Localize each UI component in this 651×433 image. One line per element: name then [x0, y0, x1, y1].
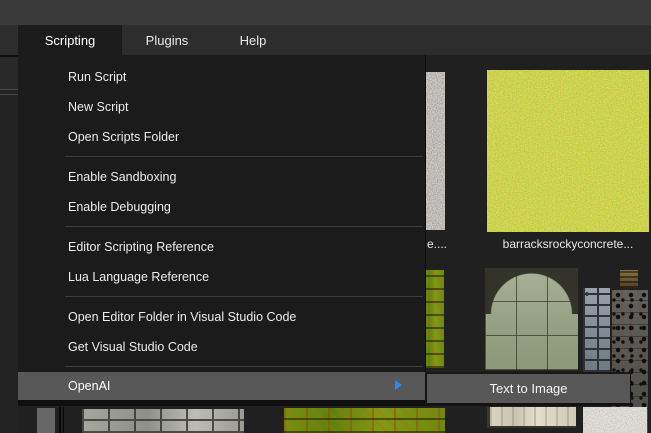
menu-item-enable-sandboxing[interactable]: Enable Sandboxing — [18, 162, 425, 192]
menu-item-enable-debugging[interactable]: Enable Debugging — [18, 192, 425, 222]
left-panel-divider — [0, 89, 18, 90]
texture-thumbnail-gray-noise[interactable] — [425, 72, 445, 230]
texture-thumbnail-small-brown[interactable] — [620, 270, 638, 288]
texture-thumbnail-arched-door[interactable] — [485, 268, 578, 370]
menu-item-run-script[interactable]: Run Script — [18, 62, 425, 92]
menu-separator — [18, 152, 425, 162]
openai-submenu: Text to Image — [425, 372, 631, 406]
texture-thumbnail-mossy-bricks[interactable] — [284, 408, 445, 433]
panel-divider-line — [63, 407, 64, 433]
menu-item-open-scripts-folder[interactable]: Open Scripts Folder — [18, 122, 425, 152]
texture-thumbnail-concrete[interactable] — [583, 407, 647, 433]
menu-separator — [18, 292, 425, 302]
panel-divider-line — [59, 407, 61, 433]
texture-thumbnail-metal-grid[interactable] — [583, 288, 610, 372]
texture-thumbnail-mossy-bricks-strip[interactable] — [423, 270, 444, 368]
submenu-arrow-icon — [395, 380, 402, 390]
tab-help[interactable]: Help — [212, 25, 294, 55]
menu-item-get-vscode[interactable]: Get Visual Studio Code — [18, 332, 425, 362]
texture-thumbnail-pale-plaster[interactable] — [487, 407, 576, 428]
menubar: Scripting Plugins Help — [0, 25, 651, 55]
tab-plugins[interactable]: Plugins — [122, 25, 212, 55]
menu-separator — [18, 222, 425, 232]
left-panel-segment — [0, 57, 18, 89]
menu-item-openai[interactable]: OpenAI — [18, 372, 425, 400]
menu-item-open-editor-folder-vscode[interactable]: Open Editor Folder in Visual Studio Code — [18, 302, 425, 332]
menu-item-text-to-image[interactable]: Text to Image — [427, 374, 630, 403]
menu-item-lua-language-reference[interactable]: Lua Language Reference — [18, 262, 425, 292]
menu-item-new-script[interactable]: New Script — [18, 92, 425, 122]
texture-thumbnail-gray-bricks[interactable] — [82, 409, 244, 433]
scripting-menu: Run Script New Script Open Scripts Folde… — [18, 55, 426, 406]
tab-scripting[interactable]: Scripting — [18, 25, 122, 55]
titlebar — [0, 0, 651, 25]
arch-shading — [485, 268, 578, 314]
menubar-spacer — [0, 25, 18, 55]
left-panel-edge — [0, 55, 18, 433]
scrollbar-thumb[interactable] — [37, 408, 55, 433]
left-panel-divider — [0, 94, 18, 95]
menu-item-openai-label: OpenAI — [68, 379, 111, 393]
app-window: Scripting Plugins Help e.... barracksroc… — [0, 0, 651, 433]
menu-item-editor-scripting-reference[interactable]: Editor Scripting Reference — [18, 232, 425, 262]
menu-separator — [18, 362, 425, 372]
thumbnail-label-barracks: barracksrockyconcrete... — [502, 237, 634, 251]
texture-thumbnail-barracks-rocky-concrete[interactable] — [487, 70, 649, 232]
thumbnail-label-clipped: e.... — [427, 237, 447, 251]
